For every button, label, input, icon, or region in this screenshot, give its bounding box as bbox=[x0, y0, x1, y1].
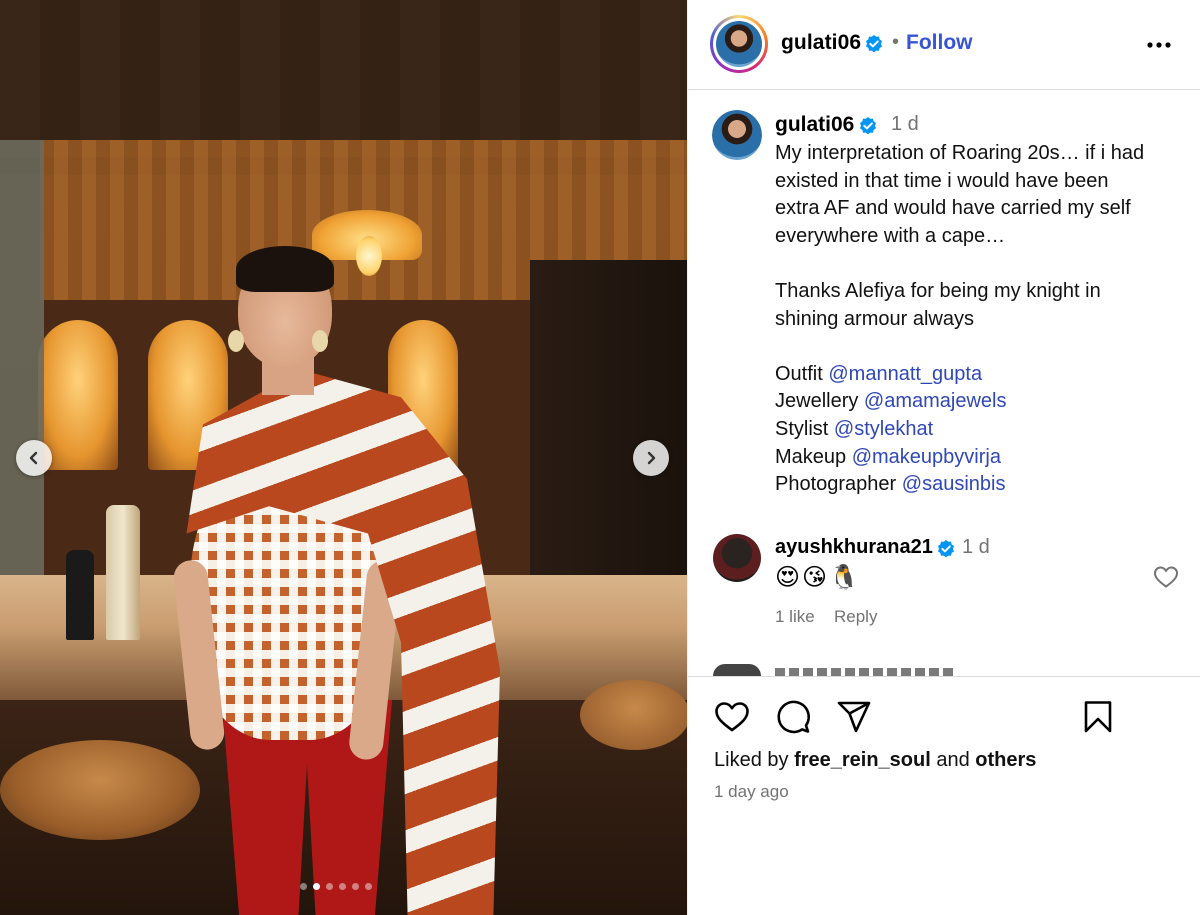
comment-text: 😍😘🐧 bbox=[775, 563, 861, 591]
carousel-next-button[interactable] bbox=[633, 440, 669, 476]
post-side-panel: gulati06 • Follow gulati06 1 d My interp… bbox=[687, 0, 1200, 915]
more-options-icon bbox=[1147, 42, 1171, 48]
comment-timestamp[interactable]: 1 d bbox=[962, 536, 990, 559]
caption-author-username[interactable]: gulati06 bbox=[775, 113, 854, 137]
share-button[interactable] bbox=[834, 697, 874, 737]
post-timestamp[interactable]: 1 day ago bbox=[714, 782, 789, 802]
more-options-button[interactable] bbox=[1144, 30, 1174, 60]
caption-line: existed in that time i would have been bbox=[775, 169, 1109, 192]
photo-stool bbox=[580, 680, 687, 750]
credit-role: Outfit bbox=[775, 362, 823, 385]
credit-mention-link[interactable]: @stylekhat bbox=[834, 418, 933, 440]
credit-role: Jewellery bbox=[775, 390, 859, 413]
photo-stool bbox=[0, 740, 200, 840]
credit-mention-link[interactable]: @sausinbis bbox=[902, 473, 1006, 495]
commenter-username[interactable]: ayushkhurana21 bbox=[775, 536, 933, 559]
carousel-prev-button[interactable] bbox=[16, 440, 52, 476]
carousel-dot bbox=[313, 883, 320, 890]
comment-bubble-icon bbox=[777, 700, 811, 734]
like-button[interactable] bbox=[712, 697, 752, 737]
caption-line: Thanks Alefiya for being my knight in bbox=[775, 279, 1101, 302]
carousel-dot bbox=[300, 883, 307, 890]
credit-mention-link[interactable]: @makeupbyvirja bbox=[852, 446, 1001, 468]
photo-figure-earring bbox=[228, 330, 244, 352]
caption-author-avatar[interactable] bbox=[712, 110, 762, 160]
header-separator: • bbox=[892, 31, 900, 53]
credit-mention-link[interactable]: @mannatt_gupta bbox=[828, 363, 982, 385]
caption-line: shining armour always bbox=[775, 307, 974, 330]
heart-icon bbox=[1153, 566, 1179, 588]
author-story-ring[interactable] bbox=[710, 15, 768, 73]
next-commenter-avatar[interactable] bbox=[713, 664, 761, 676]
carousel-dot bbox=[365, 883, 372, 890]
photo-bottle bbox=[106, 505, 140, 640]
chevron-right-icon bbox=[647, 451, 656, 465]
photo-figure-earring bbox=[312, 330, 328, 352]
credit-line: Jewellery @amamajewels bbox=[775, 388, 1185, 416]
carousel-indicator bbox=[300, 883, 372, 890]
photo-bottle bbox=[66, 550, 94, 640]
liked-by-summary: Liked by free_rein_soul and others bbox=[714, 749, 1036, 772]
photo-bulb bbox=[356, 236, 382, 276]
photo-figure-hair bbox=[236, 246, 334, 292]
photo-arch-window bbox=[38, 320, 118, 470]
caption-line: extra AF and would have carried my self bbox=[775, 197, 1131, 220]
follow-button[interactable]: Follow bbox=[906, 31, 973, 55]
photo-bottles bbox=[66, 500, 166, 640]
liked-by-and: and bbox=[936, 749, 970, 771]
credit-role: Photographer bbox=[775, 473, 897, 496]
caption-line: My interpretation of Roaring 20s… if i h… bbox=[775, 142, 1145, 164]
liked-by-user-link[interactable]: free_rein_soul bbox=[794, 749, 931, 771]
liked-by-prefix: Liked by bbox=[714, 749, 789, 771]
author-username[interactable]: gulati06 bbox=[781, 31, 861, 55]
carousel-dot bbox=[339, 883, 346, 890]
next-comment-clipped bbox=[775, 668, 955, 676]
caption-line: everywhere with a cape… bbox=[775, 224, 1006, 247]
credit-mention-link[interactable]: @amamajewels bbox=[864, 390, 1007, 412]
author-avatar[interactable] bbox=[716, 21, 762, 67]
chevron-left-icon bbox=[29, 451, 38, 465]
verified-badge-icon bbox=[936, 539, 956, 559]
liked-by-others-link[interactable]: others bbox=[975, 749, 1036, 771]
credit-role: Stylist bbox=[775, 417, 829, 440]
comment-reply-button[interactable]: Reply bbox=[834, 607, 877, 627]
credit-line: Stylist @stylekhat bbox=[775, 416, 1185, 444]
verified-badge-icon bbox=[858, 116, 878, 136]
commenter-avatar[interactable] bbox=[713, 534, 761, 582]
comment-like-button[interactable] bbox=[1153, 565, 1179, 594]
post-photo[interactable] bbox=[0, 0, 687, 915]
carousel-dot bbox=[352, 883, 359, 890]
credit-line: Photographer @sausinbis bbox=[775, 471, 1185, 499]
comment-like-count[interactable]: 1 like bbox=[775, 607, 815, 627]
post-header: gulati06 • Follow bbox=[688, 0, 1200, 90]
save-button[interactable] bbox=[1078, 697, 1118, 737]
carousel-dot bbox=[326, 883, 333, 890]
credit-line: Makeup @makeupbyvirja bbox=[775, 444, 1185, 472]
caption-text: My interpretation of Roaring 20s… if i h… bbox=[775, 140, 1185, 499]
send-icon bbox=[837, 701, 871, 733]
comment-button[interactable] bbox=[773, 697, 813, 737]
bookmark-icon bbox=[1084, 701, 1112, 733]
post-actions: Liked by free_rein_soul and others 1 day… bbox=[688, 676, 1200, 915]
verified-badge-icon bbox=[864, 34, 884, 54]
credit-line: Outfit @mannatt_gupta bbox=[775, 361, 1185, 389]
credit-role: Makeup bbox=[775, 445, 847, 468]
heart-icon bbox=[715, 702, 749, 732]
caption-timestamp[interactable]: 1 d bbox=[891, 113, 919, 136]
avatar bbox=[712, 110, 762, 160]
